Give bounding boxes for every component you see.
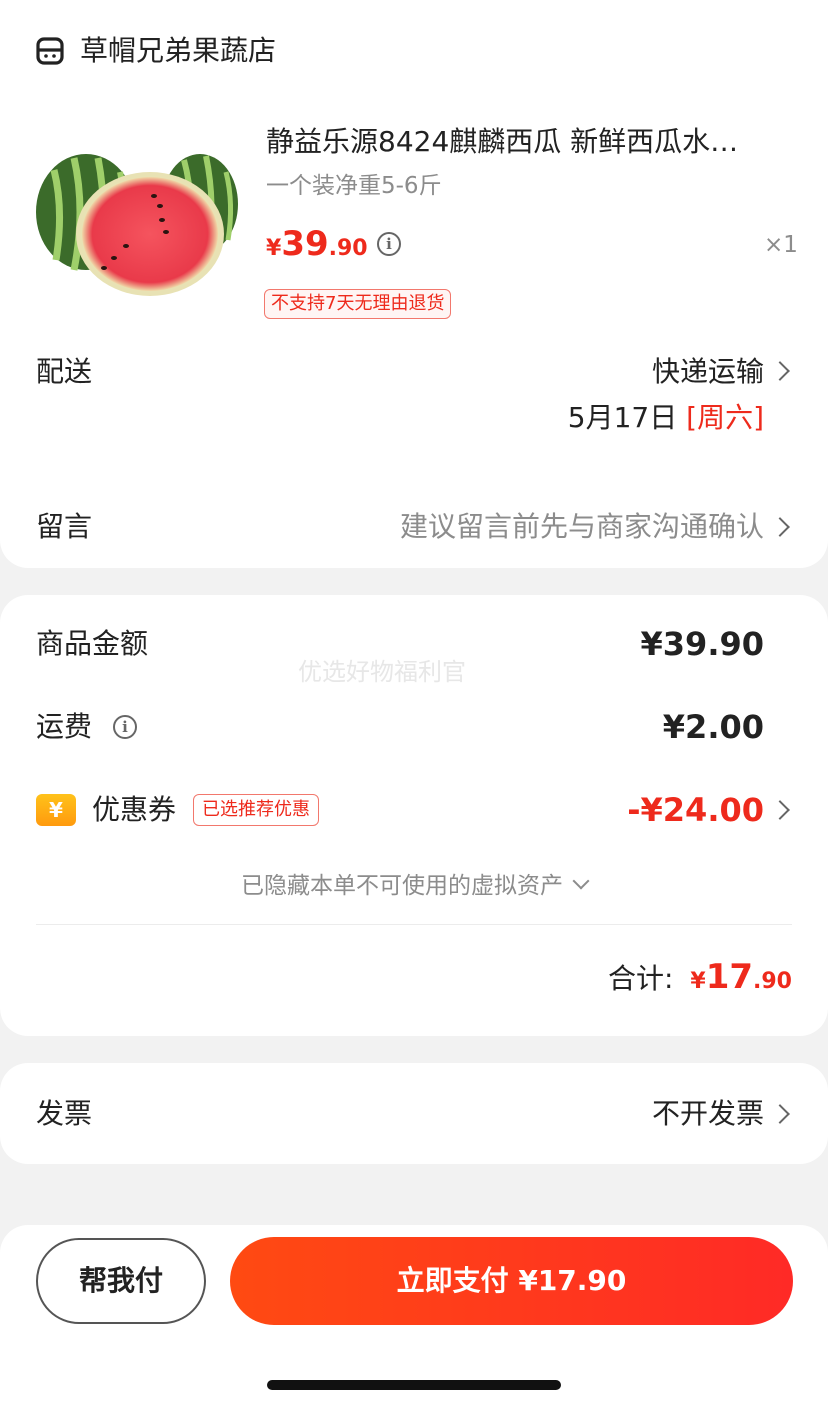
price-info-icon[interactable]: i	[377, 232, 401, 256]
price-currency: ¥	[266, 236, 282, 261]
help-pay-button[interactable]: 帮我付	[36, 1238, 206, 1324]
store-icon	[36, 37, 64, 65]
coupon-value[interactable]: -¥24.00	[627, 790, 764, 830]
store-name[interactable]: 草帽兄弟果蔬店	[80, 32, 276, 70]
chevron-down-icon	[572, 872, 590, 890]
shipping-fee-label: 运费	[36, 710, 93, 743]
hidden-assets-toggle[interactable]: 已隐藏本单不可使用的虚拟资产	[0, 870, 828, 902]
total-value: ¥17.90	[690, 953, 792, 1007]
total-label: 合计:	[608, 962, 674, 995]
shipping-weekday: [周六]	[686, 401, 764, 434]
home-indicator	[267, 1380, 561, 1390]
product-title[interactable]: 静益乐源8424麒麟西瓜 新鲜西瓜水…	[266, 122, 786, 162]
total-integer: 17	[705, 957, 754, 997]
coupon-icon: ¥	[36, 794, 76, 826]
coupon-tag: 已选推荐优惠	[193, 794, 319, 826]
pay-now-button[interactable]: 立即支付 ¥17.90	[230, 1237, 793, 1325]
coupon-label: 优惠券	[92, 793, 177, 826]
product-image[interactable]	[34, 150, 244, 300]
product-price: ¥39.90	[266, 220, 368, 274]
shipping-date[interactable]: 5月17日 [周六]	[568, 398, 764, 438]
total-currency: ¥	[690, 969, 706, 994]
shipping-date-text: 5月17日	[567, 401, 687, 434]
message-label: 留言	[36, 510, 93, 543]
no-return-tag: 不支持7天无理由退货	[264, 289, 452, 319]
invoice-label: 发票	[36, 1097, 93, 1130]
product-quantity: ×1	[764, 232, 798, 258]
shipping-label: 配送	[36, 355, 93, 388]
shipping-fee-info-icon[interactable]: i	[113, 715, 137, 739]
price-decimal: .90	[328, 236, 368, 261]
invoice-value[interactable]: 不开发票	[652, 1094, 764, 1134]
subtotal-value: ¥39.90	[640, 625, 764, 663]
shipping-fee-value: ¥2.00	[662, 708, 764, 746]
total-decimal: .90	[753, 969, 792, 994]
shipping-method[interactable]: 快递运输	[652, 352, 764, 392]
subtotal-label: 商品金额	[36, 627, 149, 660]
watermark-text: 优选好物福利官	[298, 658, 466, 686]
message-input[interactable]: 建议留言前先与商家沟通确认	[400, 507, 764, 547]
hidden-assets-text: 已隐藏本单不可使用的虚拟资产	[241, 873, 563, 899]
price-integer: 39	[281, 224, 329, 264]
divider	[36, 924, 792, 925]
product-spec: 一个装净重5-6斤	[266, 173, 442, 199]
